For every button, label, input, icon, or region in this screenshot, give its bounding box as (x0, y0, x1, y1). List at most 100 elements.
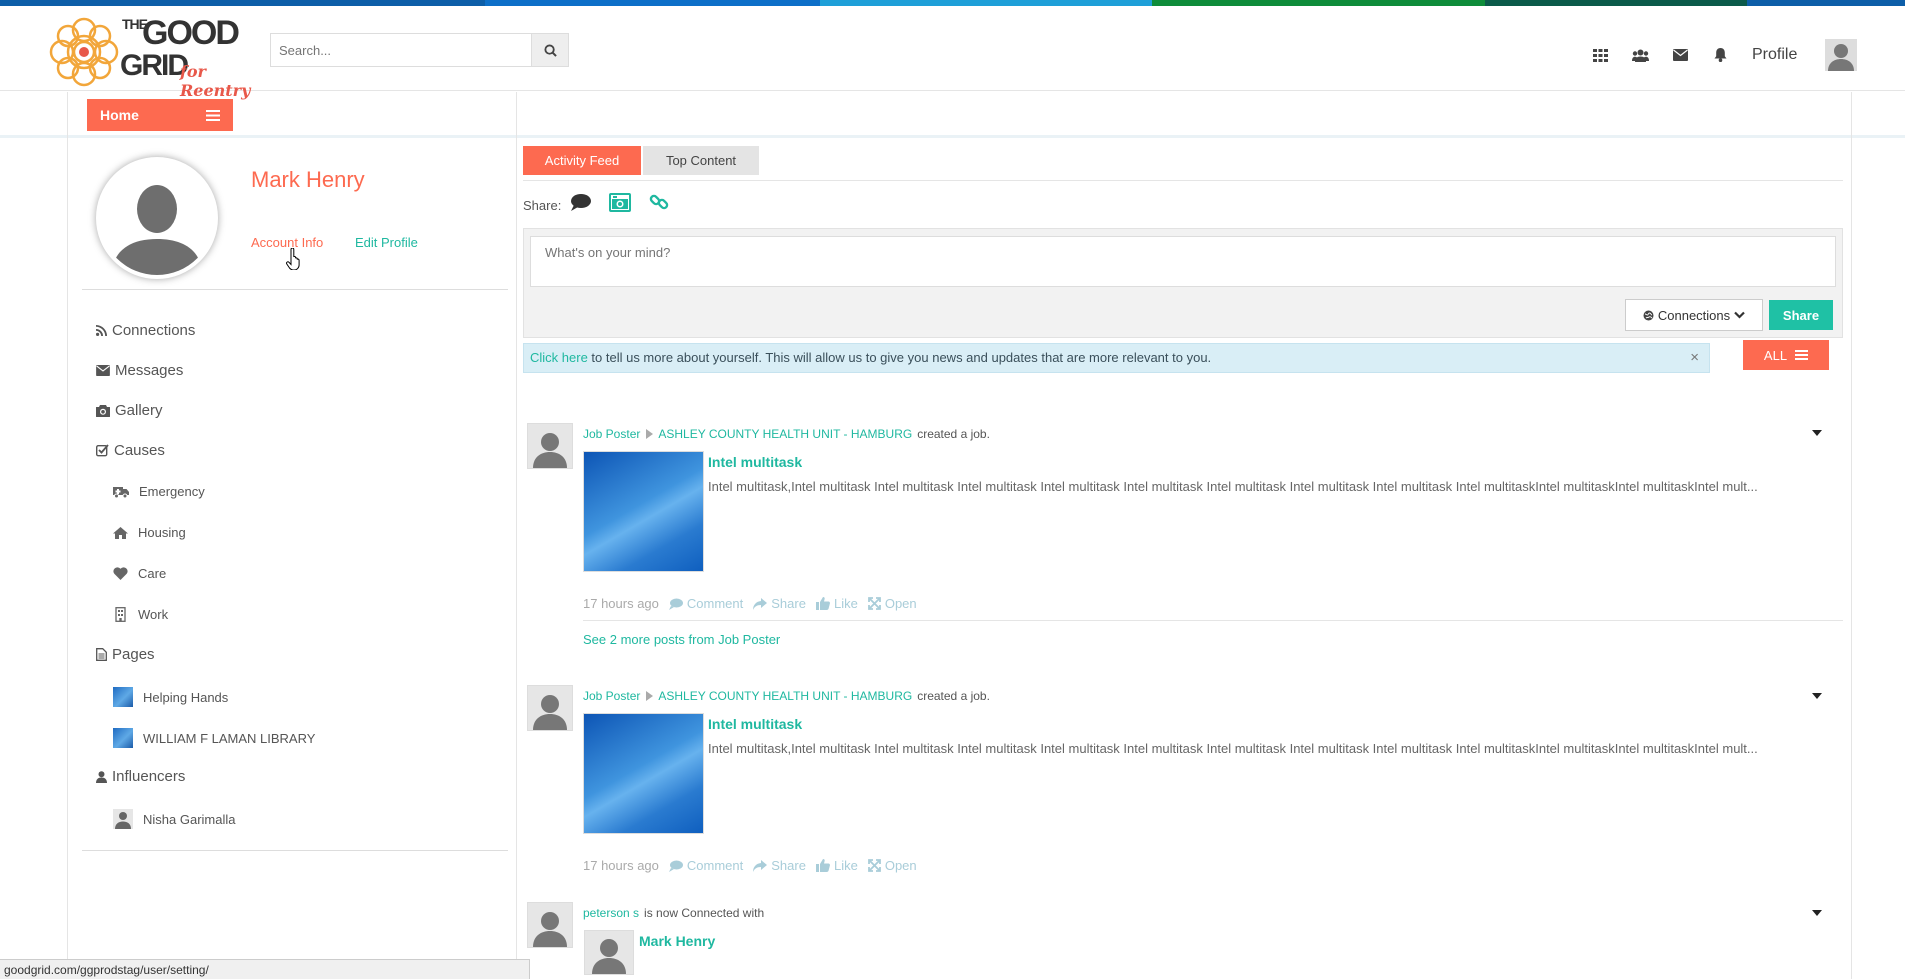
tab-top-content[interactable]: Top Content (643, 146, 759, 175)
comment-icon (668, 860, 683, 872)
profile-prompt-alert: Click here to tell us more about yoursel… (523, 343, 1710, 373)
share-arrow-icon (753, 859, 768, 872)
cause-label: Care (138, 566, 167, 581)
cause-item-care[interactable]: Care (113, 566, 166, 581)
poster-avatar[interactable] (527, 902, 573, 948)
job-description: Intel multitask,Intel multitask Intel mu… (708, 741, 1758, 756)
connection-user-link[interactable]: peterson s (583, 906, 639, 920)
hand-cursor-icon (286, 248, 300, 270)
sidebar-item-influencers[interactable]: Influencers (96, 768, 185, 785)
comment-label: Comment (686, 596, 744, 611)
cause-item-work[interactable]: Work (113, 607, 168, 622)
profile-prompt-link[interactable]: Click here (530, 350, 588, 365)
user-silhouette-icon (533, 912, 567, 947)
bell-icon (1714, 48, 1726, 62)
photo-icon[interactable] (609, 192, 631, 212)
cause-label: Work (138, 607, 169, 622)
like-button[interactable]: Like (815, 596, 858, 611)
influencer-label: Nisha Garimalla (143, 811, 236, 827)
tab-activity-feed[interactable]: Activity Feed (523, 146, 641, 175)
cause-label: Housing (138, 525, 186, 540)
header: THE GOOD GRID for Reentry Search... Prof… (0, 6, 1905, 100)
cause-item-emergency[interactable]: Emergency (113, 484, 205, 499)
sidebar-item-label: Pages (112, 646, 155, 663)
close-icon[interactable]: × (1690, 349, 1699, 366)
caret-down-icon[interactable] (1812, 430, 1822, 436)
speech-bubble-icon[interactable] (570, 193, 591, 211)
user-silhouette-icon (533, 433, 567, 468)
job-title-link[interactable]: Intel multitask (708, 716, 802, 732)
poster-avatar[interactable] (527, 685, 573, 731)
open-label: Open (884, 596, 917, 611)
heart-icon (113, 567, 128, 580)
share-button[interactable]: Share (1769, 300, 1833, 330)
search-input[interactable] (271, 34, 531, 66)
sidebar-item-connections[interactable]: Connections (96, 322, 195, 339)
connected-user-avatar[interactable] (584, 930, 634, 975)
logo[interactable]: THE GOOD GRID for Reentry (48, 12, 268, 100)
arrow-right-icon (646, 691, 654, 701)
edit-profile-link[interactable]: Edit Profile (355, 235, 418, 250)
building-icon (115, 607, 126, 622)
caret-down-icon[interactable] (1812, 910, 1822, 916)
profile-link[interactable]: Profile (1752, 46, 1797, 64)
post-textarea[interactable] (530, 236, 1836, 287)
checkbox-icon (96, 444, 109, 457)
rss-icon (96, 325, 107, 336)
privacy-label: Connections (1657, 307, 1731, 323)
arrow-right-icon (646, 429, 654, 439)
job-image[interactable] (583, 713, 704, 834)
open-button[interactable]: Open (867, 596, 917, 611)
poster-link[interactable]: Job Poster (583, 427, 640, 441)
sidebar-item-pages[interactable]: Pages (96, 646, 155, 663)
org-link[interactable]: ASHLEY COUNTY HEALTH UNIT - HAMBURG (658, 689, 912, 703)
connected-user-link[interactable]: Mark Henry (639, 933, 715, 949)
privacy-dropdown[interactable]: Connections (1625, 299, 1763, 331)
share-post-button[interactable]: Share (753, 858, 806, 873)
open-label: Open (884, 858, 917, 873)
cause-item-housing[interactable]: Housing (113, 525, 186, 540)
comment-icon (668, 598, 683, 610)
open-button[interactable]: Open (867, 858, 917, 873)
sidebar-item-label: Influencers (112, 768, 186, 785)
org-link[interactable]: ASHLEY COUNTY HEALTH UNIT - HAMBURG (658, 427, 912, 441)
messages-button[interactable] (1660, 38, 1700, 72)
job-title-link[interactable]: Intel multitask (708, 454, 802, 470)
sidebar-item-gallery[interactable]: Gallery (96, 402, 163, 419)
share-post-button[interactable]: Share (753, 596, 806, 611)
poster-avatar[interactable] (527, 423, 573, 469)
chevron-down-icon (1734, 311, 1745, 319)
link-icon[interactable] (649, 192, 669, 212)
feed-item-header: peterson s is now Connected with (583, 906, 764, 920)
home-menu-button[interactable]: Home (87, 99, 233, 131)
home-icon (113, 526, 128, 539)
like-label: Like (833, 596, 858, 611)
feed-actions: 17 hours ago Comment Share Like Open (583, 858, 917, 873)
profile-name: Mark Henry (251, 167, 365, 192)
feed-actions: 17 hours ago Comment Share Like Open (583, 596, 917, 611)
avatar[interactable] (1825, 39, 1858, 71)
user-silhouette-icon (592, 939, 626, 974)
feed-filter-button[interactable]: ALL (1743, 340, 1829, 370)
sidebar-item-messages[interactable]: Messages (96, 362, 183, 379)
influencer-item[interactable]: Nisha Garimalla (113, 809, 235, 829)
poster-link[interactable]: Job Poster (583, 689, 640, 703)
comment-button[interactable]: Comment (668, 596, 744, 611)
comment-button[interactable]: Comment (668, 858, 743, 873)
logo-the: THE (122, 16, 148, 32)
post-composer: Connections Share (523, 228, 1843, 338)
notifications-button[interactable] (1700, 38, 1740, 72)
apps-button[interactable] (1580, 38, 1620, 72)
page-item-helping-hands[interactable]: Helping Hands (113, 687, 228, 707)
caret-down-icon[interactable] (1812, 693, 1822, 699)
page-item-laman-library[interactable]: WILLIAM F LAMAN LIBRARY (113, 728, 315, 748)
profile-picture[interactable] (96, 157, 218, 279)
expand-icon (867, 859, 881, 872)
like-label: Like (833, 858, 858, 873)
more-posts-link[interactable]: See 2 more posts from Job Poster (583, 632, 780, 647)
job-image[interactable] (583, 451, 704, 572)
connections-button[interactable] (1620, 38, 1660, 72)
sidebar-item-causes[interactable]: Causes (96, 442, 165, 459)
like-button[interactable]: Like (815, 858, 858, 873)
search-button[interactable] (531, 33, 569, 67)
